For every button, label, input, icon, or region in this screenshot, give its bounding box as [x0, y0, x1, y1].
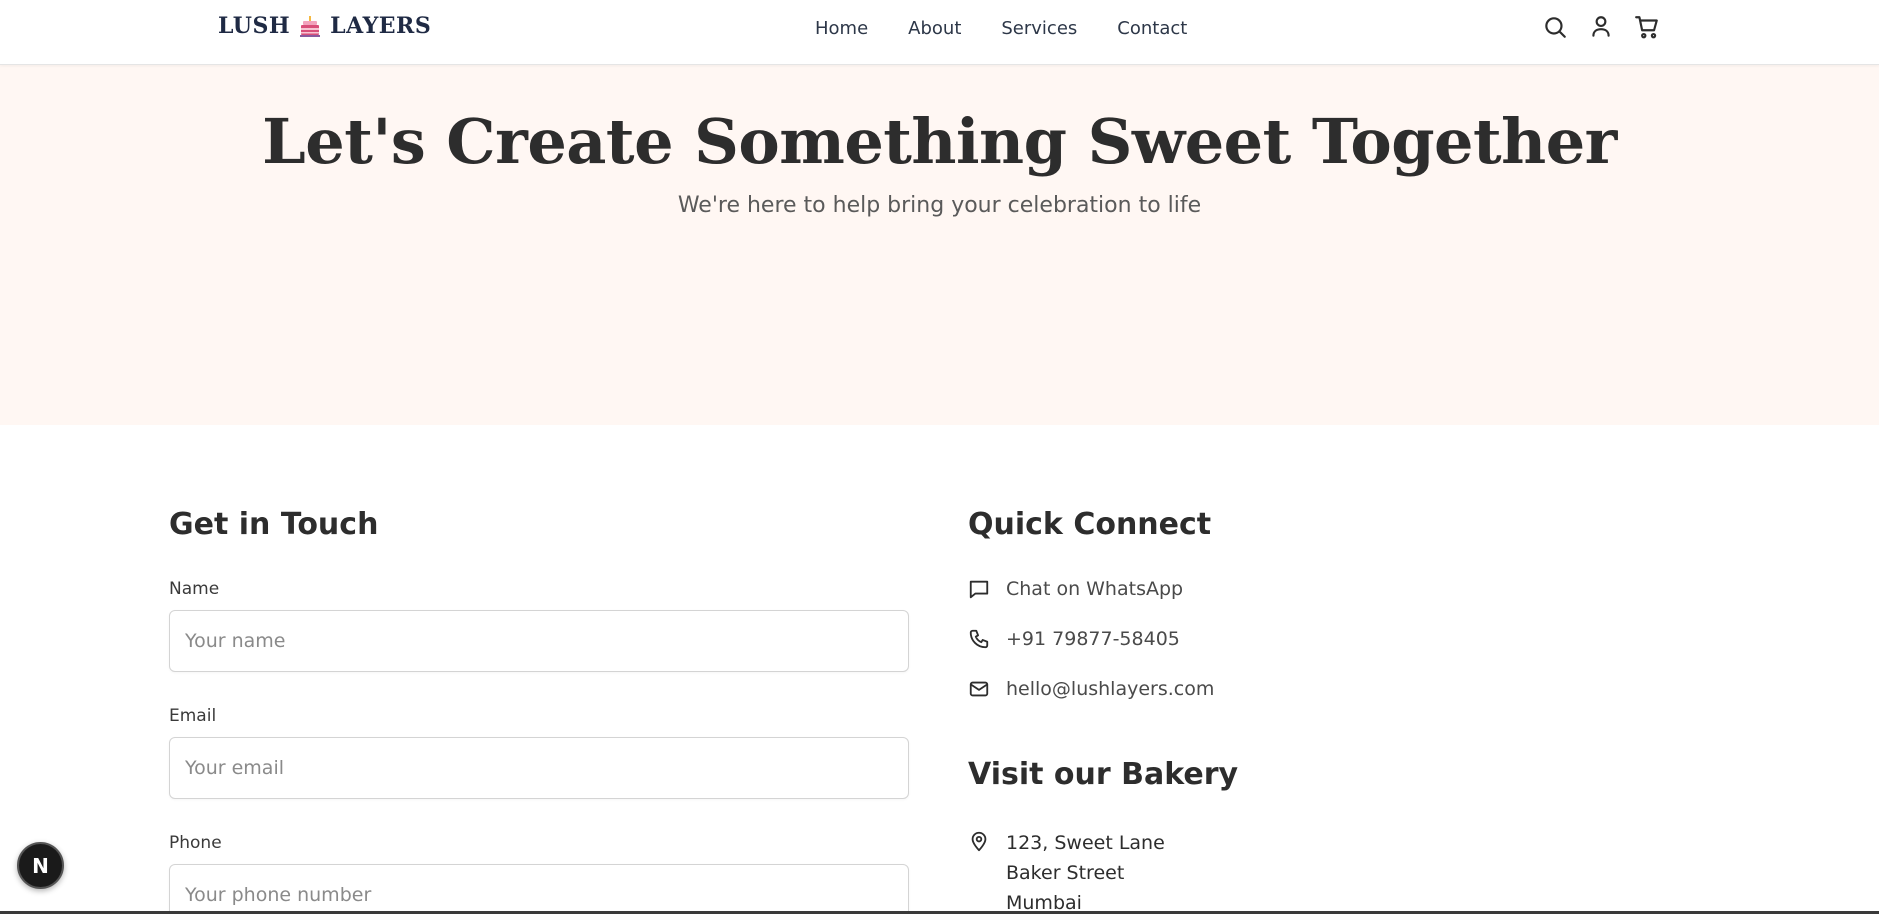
- phone-icon: [968, 628, 990, 650]
- logo[interactable]: LUSH LAYERS: [218, 13, 431, 39]
- cake-icon: [298, 14, 322, 38]
- email-text: hello@lushlayers.com: [1006, 678, 1215, 700]
- hero-title: Let's Create Something Sweet Together: [262, 105, 1617, 178]
- phone-link[interactable]: +91 79877-58405: [968, 628, 1180, 650]
- phone-input[interactable]: [169, 864, 909, 914]
- site-header: LUSH LAYERS Home About Services Contact: [0, 0, 1879, 65]
- search-icon[interactable]: [1542, 14, 1568, 40]
- cart-icon[interactable]: [1634, 14, 1660, 40]
- chat-icon: [968, 578, 990, 600]
- form-title: Get in Touch: [169, 507, 379, 542]
- location-pin-icon: [968, 830, 990, 852]
- nav-home[interactable]: Home: [815, 18, 868, 39]
- bakery-address: 123, Sweet Lane Baker Street Mumbai: [968, 828, 1165, 914]
- main-nav: Home About Services Contact: [815, 18, 1187, 39]
- email-link[interactable]: hello@lushlayers.com: [968, 678, 1214, 700]
- badge-letter: N: [32, 853, 49, 878]
- logo-text-left: LUSH: [218, 13, 291, 39]
- hero-section: Let's Create Something Sweet Together We…: [0, 65, 1879, 425]
- nav-services[interactable]: Services: [1001, 18, 1077, 39]
- header-actions: [1542, 14, 1660, 40]
- address-line-2: Baker Street: [1006, 862, 1125, 884]
- quick-connect-title: Quick Connect: [968, 507, 1212, 542]
- mail-icon: [968, 678, 990, 700]
- nav-contact[interactable]: Contact: [1117, 18, 1187, 39]
- phone-label: Phone: [169, 833, 222, 853]
- email-label: Email: [169, 706, 217, 726]
- visit-title: Visit our Bakery: [968, 757, 1239, 792]
- email-input[interactable]: [169, 737, 909, 799]
- nav-about[interactable]: About: [908, 18, 961, 39]
- hero-subtitle: We're here to help bring your celebratio…: [677, 193, 1202, 218]
- whatsapp-text: Chat on WhatsApp: [1006, 578, 1184, 600]
- name-input[interactable]: [169, 610, 909, 672]
- whatsapp-link[interactable]: Chat on WhatsApp: [968, 578, 1183, 600]
- address-lines: 123, Sweet Lane Baker Street Mumbai: [1006, 828, 1165, 914]
- next-dev-badge[interactable]: N: [17, 842, 64, 889]
- address-line-1: 123, Sweet Lane: [1006, 832, 1165, 854]
- phone-text: +91 79877-58405: [1006, 628, 1180, 650]
- user-icon[interactable]: [1588, 14, 1614, 40]
- logo-text-right: LAYERS: [330, 13, 432, 39]
- name-label: Name: [169, 579, 220, 599]
